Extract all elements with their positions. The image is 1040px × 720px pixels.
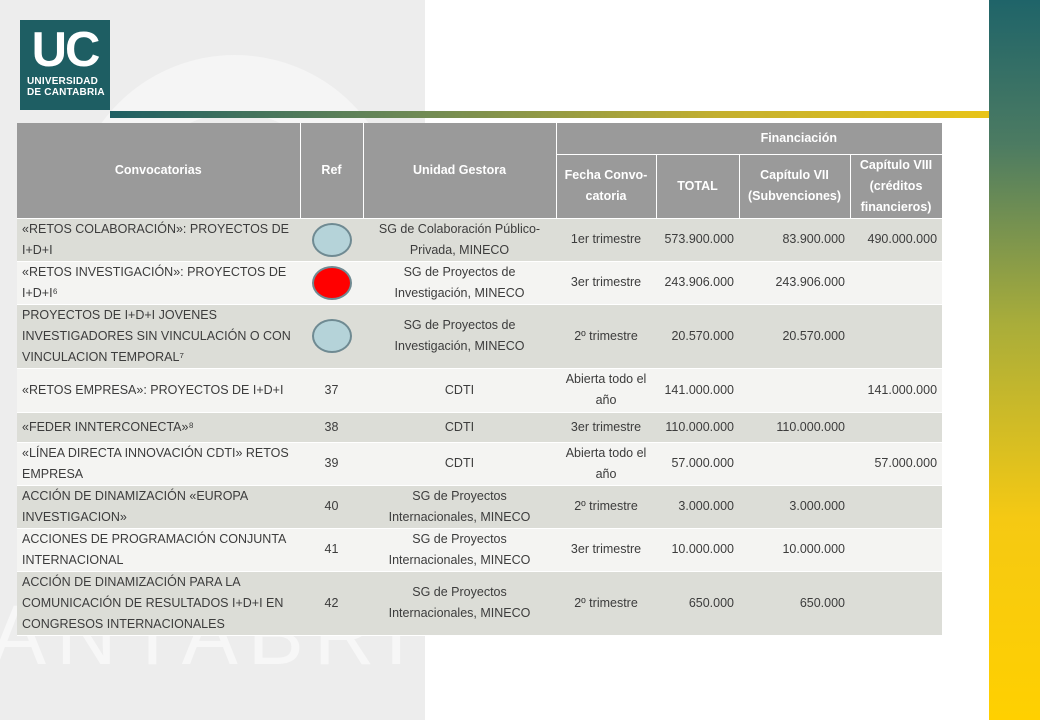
cell-total: 20.570.000	[656, 304, 739, 369]
cell-unidad-gestora: SG de Proyectos Internacionales, MINECO	[363, 485, 556, 529]
table-body: «RETOS COLABORACIÓN»: PROYECTOS DE I+D+I…	[17, 218, 943, 636]
cell-fecha: 2º trimestre	[556, 485, 656, 529]
funding-table-container: Convocatorias Ref Unidad Gestora Financi…	[17, 123, 943, 636]
cell-convocatoria: «RETOS INVESTIGACIÓN»: PROYECTOS DE I+D+…	[17, 261, 300, 305]
cell-capitulo-vii: 650.000	[739, 571, 850, 636]
cell-total: 243.906.000	[656, 261, 739, 305]
cell-fecha: 3er trimestre	[556, 261, 656, 305]
cell-capitulo-vii: 243.906.000	[739, 261, 850, 305]
header-capitulo-viii: Capítulo VIII (créditos financieros)	[850, 154, 943, 219]
cell-convocatoria: ACCIÓN DE DINAMIZACIÓN PARA LA COMUNICAC…	[17, 571, 300, 636]
table-row: «LÍNEA DIRECTA INNOVACIÓN CDTI» RETOS EM…	[17, 442, 943, 486]
cell-convocatoria: «RETOS COLABORACIÓN»: PROYECTOS DE I+D+I	[17, 218, 300, 262]
cell-convocatoria: «RETOS EMPRESA»: PROYECTOS DE I+D+I	[17, 368, 300, 413]
cell-unidad-gestora: CDTI	[363, 442, 556, 486]
cell-capitulo-vii	[739, 442, 850, 486]
cell-capitulo-viii	[850, 304, 943, 369]
cell-fecha: 3er trimestre	[556, 528, 656, 572]
cell-capitulo-vii: 20.570.000	[739, 304, 850, 369]
header-fecha: Fecha Convo-catoria	[556, 154, 657, 219]
cell-unidad-gestora: SG de Proyectos de Investigación, MINECO	[363, 261, 556, 305]
cell-fecha: 2º trimestre	[556, 304, 656, 369]
logo-line-2: DE CANTABRIA	[27, 87, 105, 98]
cell-unidad-gestora: SG de Proyectos Internacionales, MINECO	[363, 571, 556, 636]
status-dot-light-blue	[311, 319, 352, 353]
cell-total: 10.000.000	[656, 528, 739, 572]
cell-ref	[300, 304, 363, 369]
table-row: ACCIÓN DE DINAMIZACIÓN PARA LA COMUNICAC…	[17, 571, 943, 636]
funding-table: Convocatorias Ref Unidad Gestora Financi…	[17, 123, 943, 636]
cell-capitulo-vii: 10.000.000	[739, 528, 850, 572]
cell-total: 110.000.000	[656, 412, 739, 443]
cell-ref	[300, 218, 363, 262]
cell-convocatoria: ACCIONES DE PROGRAMACIÓN CONJUNTA INTERN…	[17, 528, 300, 572]
cell-capitulo-vii: 3.000.000	[739, 485, 850, 529]
cell-fecha: 2º trimestre	[556, 571, 656, 636]
cell-ref: 40	[300, 485, 363, 529]
cell-convocatoria: PROYECTOS DE I+D+I JOVENES INVESTIGADORE…	[17, 304, 300, 369]
cell-convocatoria: «FEDER INNTERCONECTA»⁸	[17, 412, 300, 443]
table-row: «RETOS COLABORACIÓN»: PROYECTOS DE I+D+I…	[17, 218, 943, 262]
header-unidad-gestora: Unidad Gestora	[363, 123, 557, 219]
cell-ref: 38	[300, 412, 363, 443]
header-convocatorias: Convocatorias	[17, 123, 301, 219]
header-ref: Ref	[300, 123, 364, 219]
cell-unidad-gestora: SG de Proyectos Internacionales, MINECO	[363, 528, 556, 572]
header-financiacion: Financiación	[656, 123, 943, 155]
cell-capitulo-viii: 57.000.000	[850, 442, 943, 486]
table-row: ACCIÓN DE DINAMIZACIÓN «EUROPA INVESTIGA…	[17, 485, 943, 529]
header-total: TOTAL	[656, 154, 740, 219]
cell-ref: 41	[300, 528, 363, 572]
cell-capitulo-vii: 110.000.000	[739, 412, 850, 443]
cell-fecha: Abierta todo el año	[556, 442, 656, 486]
table-row: «FEDER INNTERCONECTA»⁸ 38 CDTI 3er trimestr…	[17, 412, 943, 443]
cell-fecha: 1er trimestre	[556, 218, 656, 262]
cell-unidad-gestora: SG de Colaboración Público-Privada, MINE…	[363, 218, 556, 262]
cell-capitulo-vii	[739, 368, 850, 413]
cell-ref: 42	[300, 571, 363, 636]
cell-capitulo-viii: 141.000.000	[850, 368, 943, 413]
logo-line-1: UNIVERSIDAD	[27, 76, 99, 87]
cell-ref: 39	[300, 442, 363, 486]
cell-fecha: 3er trimestre	[556, 412, 656, 443]
cell-ref	[300, 261, 363, 305]
cell-total: 3.000.000	[656, 485, 739, 529]
cell-unidad-gestora: SG de Proyectos de Investigación, MINECO	[363, 304, 556, 369]
table-row: «RETOS INVESTIGACIÓN»: PROYECTOS DE I+D+…	[17, 261, 943, 305]
header-capitulo-vii: Capítulo VII (Subvenciones)	[739, 154, 851, 219]
cell-unidad-gestora: CDTI	[363, 412, 556, 443]
header-gradient-line	[110, 111, 989, 118]
cell-total: 650.000	[656, 571, 739, 636]
logo-initials: UC	[31, 23, 101, 77]
cell-total: 57.000.000	[656, 442, 739, 486]
uc-logo: UC UNIVERSIDAD DE CANTABRIA	[20, 20, 110, 110]
cell-ref: 37	[300, 368, 363, 413]
table-row: «RETOS EMPRESA»: PROYECTOS DE I+D+I 37 CDT…	[17, 368, 943, 413]
cell-convocatoria: «LÍNEA DIRECTA INNOVACIÓN CDTI» RETOS EM…	[17, 442, 300, 486]
table-row: ACCIONES DE PROGRAMACIÓN CONJUNTA INTERN…	[17, 528, 943, 572]
cell-capitulo-viii	[850, 412, 943, 443]
cell-total: 573.900.000	[656, 218, 739, 262]
cell-capitulo-viii: 490.000.000	[850, 218, 943, 262]
status-dot-light-blue	[311, 222, 352, 257]
cell-unidad-gestora: CDTI	[363, 368, 556, 413]
cell-capitulo-viii	[850, 528, 943, 572]
cell-convocatoria: ACCIÓN DE DINAMIZACIÓN «EUROPA INVESTIGA…	[17, 485, 300, 529]
table-row: PROYECTOS DE I+D+I JOVENES INVESTIGADORE…	[17, 304, 943, 369]
cell-capitulo-vii: 83.900.000	[739, 218, 850, 262]
header-financiacion-spacer	[556, 123, 656, 155]
cell-total: 141.000.000	[656, 368, 739, 413]
cell-capitulo-viii	[850, 485, 943, 529]
status-dot-red	[311, 265, 352, 300]
cell-fecha: Abierta todo el año	[556, 368, 656, 413]
cell-capitulo-viii	[850, 261, 943, 305]
cell-capitulo-viii	[850, 571, 943, 636]
right-gradient-bar	[989, 0, 1040, 720]
